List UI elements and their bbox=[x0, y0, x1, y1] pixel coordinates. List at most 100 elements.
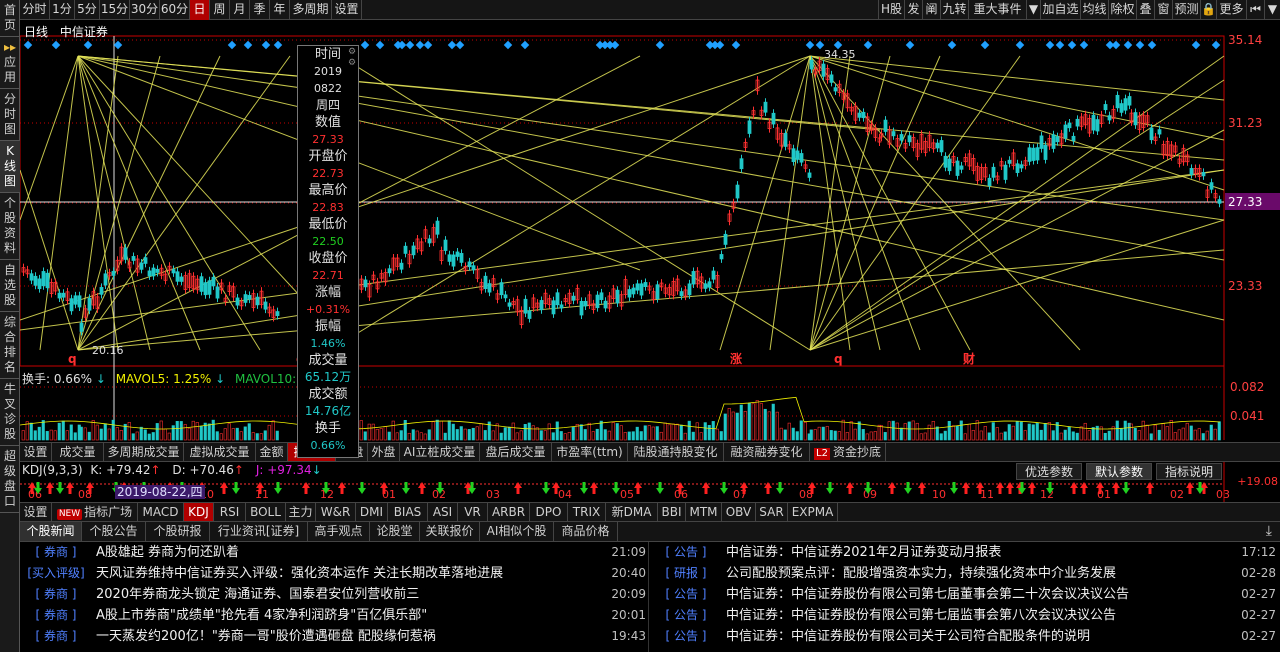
chart-marker-2[interactable]: 涨 bbox=[730, 351, 742, 366]
event-marker[interactable] bbox=[1147, 40, 1157, 50]
tech-tab-16[interactable]: BBI bbox=[658, 503, 686, 521]
event-marker[interactable] bbox=[1067, 40, 1077, 50]
left-tab-3[interactable]: K线图 bbox=[0, 141, 20, 193]
period-button-7[interactable]: 周 bbox=[210, 0, 230, 20]
news-category[interactable]: [ 公告 ] bbox=[650, 542, 722, 563]
news-tab-1[interactable]: 个股公告 bbox=[82, 522, 146, 541]
event-marker[interactable] bbox=[113, 40, 123, 50]
event-marker[interactable] bbox=[610, 40, 620, 50]
news-tab-5[interactable]: 论股堂 bbox=[370, 522, 420, 541]
tech-tab-10[interactable]: ASI bbox=[428, 503, 458, 521]
news-item[interactable]: [ 券商 ] 一天蒸发约200亿！"券商一哥"股价遭遇砸盘 配股缘何惹祸 19:43 bbox=[20, 626, 648, 647]
news-category[interactable]: [ 券商 ] bbox=[20, 584, 92, 605]
toolbar-button-12[interactable]: 🔒 bbox=[1200, 0, 1216, 20]
event-marker[interactable] bbox=[447, 40, 457, 50]
news-category[interactable]: [买入评级] bbox=[20, 563, 92, 584]
tech-tab-12[interactable]: ARBR bbox=[488, 503, 530, 521]
kline-chart[interactable]: 35.14 31.23 27.33 23.33 27.33 0.082 0.041 34.35… bbox=[20, 20, 1280, 458]
event-marker[interactable] bbox=[273, 40, 283, 50]
indicator-tab-12[interactable]: 融资融券变化 bbox=[724, 443, 810, 461]
period-button-3[interactable]: 15分 bbox=[100, 0, 130, 20]
kdj-button-1[interactable]: 默认参数 bbox=[1086, 463, 1152, 480]
toolbar-button-11[interactable]: 预测 bbox=[1172, 0, 1200, 20]
news-category[interactable]: [ 公告 ] bbox=[650, 605, 722, 626]
event-marker[interactable] bbox=[1135, 40, 1145, 50]
period-button-6[interactable]: 日 bbox=[190, 0, 210, 20]
event-marker[interactable] bbox=[1123, 40, 1133, 50]
news-title[interactable]: 中信证券：中信证券2021年2月证券变动月报表 bbox=[726, 542, 1001, 563]
news-tab-6[interactable]: 关联报价 bbox=[420, 522, 480, 541]
news-category[interactable]: [ 研报 ] bbox=[650, 563, 722, 584]
event-marker[interactable] bbox=[83, 40, 93, 50]
indicator-tab-1[interactable]: 成交量 bbox=[52, 443, 104, 461]
news-tab-8[interactable]: 商品价格 bbox=[554, 522, 618, 541]
chart-marker-0[interactable]: q bbox=[68, 352, 77, 366]
news-item[interactable]: [买入评级] 天风证券维持中信证券买入评级：强化资本运作 关注长期改革落地进展 20… bbox=[20, 563, 648, 584]
period-button-10[interactable]: 年 bbox=[270, 0, 290, 20]
event-marker[interactable] bbox=[405, 40, 415, 50]
event-marker[interactable] bbox=[261, 40, 271, 50]
indicator-tab-2[interactable]: 多周期成交量 bbox=[104, 443, 184, 461]
event-marker[interactable] bbox=[715, 40, 725, 50]
news-item[interactable]: [ 公告 ] 中信证券：中信证券股份有限公司关于公司符合配股条件的说明 02-27 bbox=[650, 626, 1278, 647]
toolbar-button-7[interactable]: 均线 bbox=[1080, 0, 1108, 20]
toolbar-button-6[interactable]: 加自选 bbox=[1040, 0, 1080, 20]
event-marker[interactable] bbox=[1055, 40, 1065, 50]
tech-tab-3[interactable]: KDJ bbox=[184, 503, 214, 521]
event-marker[interactable] bbox=[227, 40, 237, 50]
news-title[interactable]: A股上市券商"成绩单"抢先看 4家净利润跻身"百亿俱乐部" bbox=[96, 605, 427, 626]
indicator-tab-8[interactable]: AI立桩成交量 bbox=[400, 443, 480, 461]
tech-tab-14[interactable]: TRIX bbox=[568, 503, 606, 521]
toolbar-button-15[interactable]: ▼ bbox=[1264, 0, 1280, 20]
tech-tab-8[interactable]: DMI bbox=[356, 503, 388, 521]
tech-tab-6[interactable]: 主力 bbox=[286, 503, 316, 521]
toolbar-button-4[interactable]: 重大事件 bbox=[968, 0, 1026, 20]
toolbar-button-1[interactable]: 发 bbox=[904, 0, 922, 20]
download-icon[interactable]: ⤓ bbox=[1266, 523, 1272, 539]
news-title[interactable]: A股雄起 券商为何还趴着 bbox=[96, 542, 239, 563]
news-category[interactable]: [ 券商 ] bbox=[20, 605, 92, 626]
period-button-11[interactable]: 多周期 bbox=[290, 0, 332, 20]
news-title[interactable]: 天风证券维持中信证券买入评级：强化资本运作 关注长期改革落地进展 bbox=[96, 563, 503, 584]
event-marker[interactable] bbox=[947, 40, 957, 50]
tech-tab-20[interactable]: EXPMA bbox=[788, 503, 838, 521]
toolbar-button-13[interactable]: 更多 bbox=[1216, 0, 1246, 20]
news-category[interactable]: [ 公告 ] bbox=[650, 626, 722, 647]
event-marker[interactable] bbox=[455, 40, 465, 50]
event-marker[interactable] bbox=[980, 40, 990, 50]
event-marker[interactable] bbox=[375, 40, 385, 50]
news-item[interactable]: [ 公告 ] 中信证券：中信证券股份有限公司第七届董事会第二十次会议决议公告 02-… bbox=[650, 584, 1278, 605]
indicator-tab-9[interactable]: 盘后成交量 bbox=[480, 443, 552, 461]
event-marker[interactable] bbox=[863, 40, 873, 50]
news-item[interactable]: [ 公告 ] 中信证券：中信证券2021年2月证券变动月报表 17:12 bbox=[650, 542, 1278, 563]
tech-tab-9[interactable]: BIAS bbox=[388, 503, 428, 521]
period-button-9[interactable]: 季 bbox=[250, 0, 270, 20]
tech-tab-19[interactable]: SAR bbox=[756, 503, 788, 521]
news-title[interactable]: 2020年券商龙头锁定 海通证券、国泰君安位列营收前三 bbox=[96, 584, 419, 605]
news-tab-3[interactable]: 行业资讯[证券] bbox=[210, 522, 308, 541]
indicator-tab-10[interactable]: 市盈率(ttm) bbox=[552, 443, 628, 461]
left-tab-2[interactable]: 分时图 bbox=[0, 89, 20, 141]
event-marker[interactable] bbox=[360, 40, 370, 50]
news-item[interactable]: [ 券商 ] 2020年券商龙头锁定 海通证券、国泰君安位列营收前三 20:09 bbox=[20, 584, 648, 605]
period-button-12[interactable]: 设置 bbox=[332, 0, 362, 20]
tech-tab-2[interactable]: MACD bbox=[138, 503, 184, 521]
news-tab-0[interactable]: 个股新闻 bbox=[20, 522, 82, 541]
event-marker[interactable] bbox=[423, 40, 433, 50]
settings-gear-icon[interactable]: ⚙ ⚙ bbox=[347, 47, 357, 69]
period-button-0[interactable]: 分时 bbox=[20, 0, 50, 20]
tech-tab-4[interactable]: RSI bbox=[214, 503, 246, 521]
event-marker[interactable] bbox=[520, 40, 530, 50]
kdj-button-2[interactable]: 指标说明 bbox=[1156, 463, 1222, 480]
toolbar-button-8[interactable]: 除权 bbox=[1108, 0, 1136, 20]
tech-tab-13[interactable]: DPO bbox=[530, 503, 568, 521]
left-tab-1[interactable]: ▸▸ 应用 bbox=[0, 37, 20, 89]
left-tab-6[interactable]: 综合排名 bbox=[0, 312, 20, 379]
news-title[interactable]: 中信证券：中信证券股份有限公司第七届董事会第二十次会议决议公告 bbox=[726, 584, 1129, 605]
news-title[interactable]: 一天蒸发约200亿！"券商一哥"股价遭遇砸盘 配股缘何惹祸 bbox=[96, 626, 436, 647]
toolbar-button-14[interactable]: ⏮ bbox=[1246, 0, 1264, 20]
toolbar-button-10[interactable]: 窗 bbox=[1154, 0, 1172, 20]
event-marker[interactable] bbox=[805, 40, 815, 50]
event-marker[interactable] bbox=[1015, 40, 1025, 50]
tech-tab-1[interactable]: NEW 指标广场 bbox=[52, 503, 138, 521]
